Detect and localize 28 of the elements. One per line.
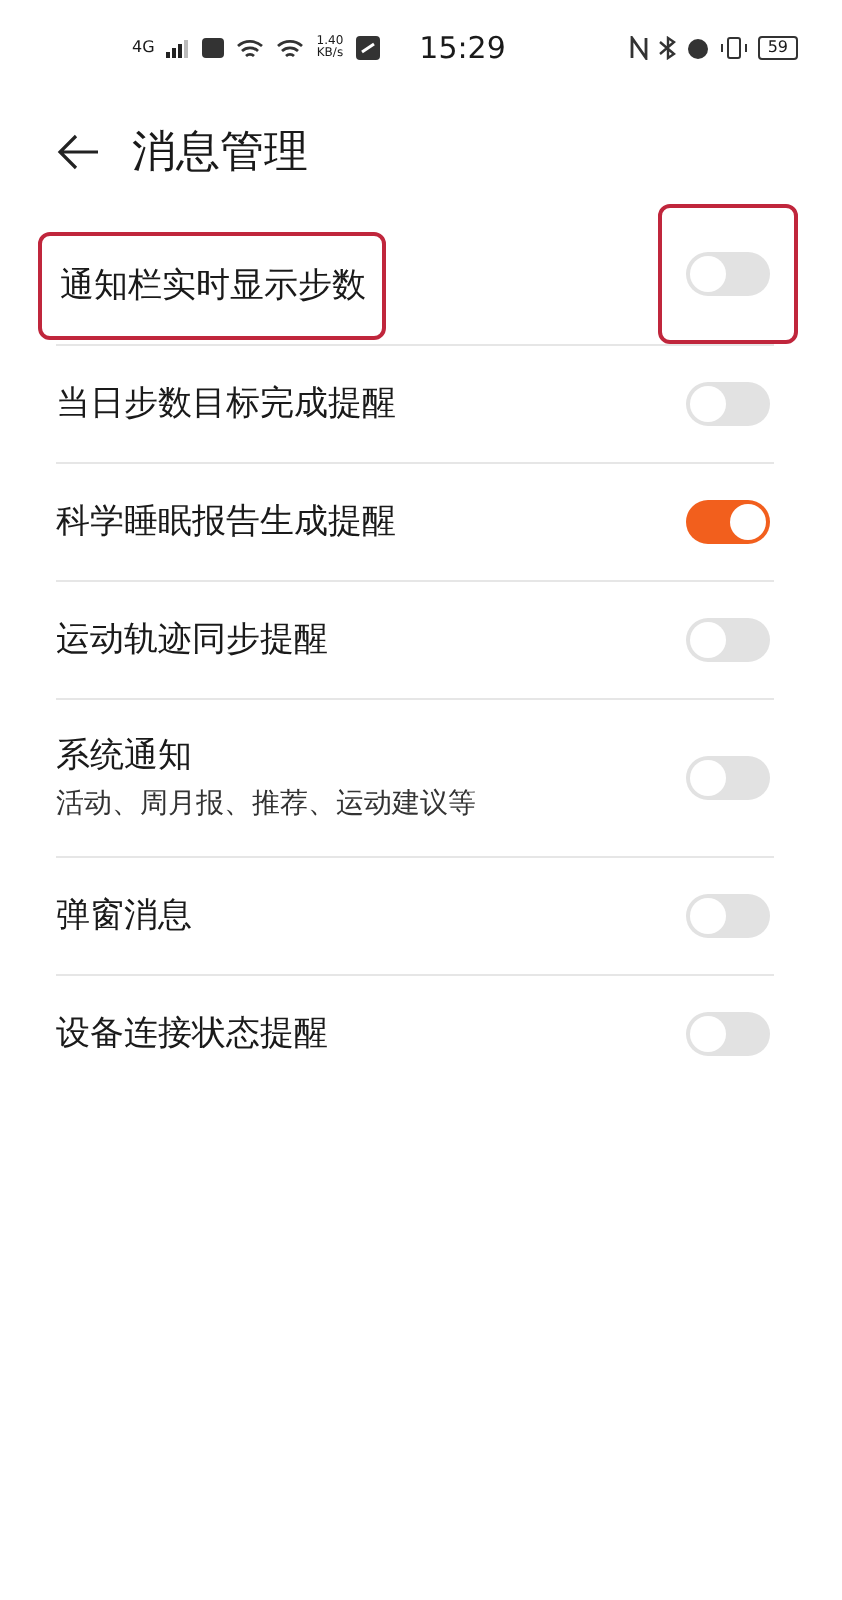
- clock-time: 15:29: [419, 30, 506, 66]
- setting-label: 科学睡眠报告生成提醒: [56, 500, 396, 544]
- toggle-switch[interactable]: [686, 618, 770, 662]
- app-icon: [355, 36, 380, 60]
- toggle-switch[interactable]: [686, 756, 770, 800]
- toggle-switch[interactable]: [686, 894, 770, 938]
- setting-description: 活动、周月报、推荐、运动建议等: [56, 786, 476, 822]
- bluetooth-icon: [657, 36, 676, 60]
- network-type: 4G: [132, 40, 155, 56]
- toggle-switch[interactable]: [686, 1012, 770, 1056]
- wifi-icon: [276, 37, 305, 59]
- setting-label: 当日步数目标完成提醒: [56, 382, 396, 426]
- wifi-icon: [236, 37, 265, 59]
- setting-label: 弹窗消息: [56, 894, 192, 938]
- toggle-switch[interactable]: [686, 382, 770, 426]
- toggle-switch[interactable]: [686, 252, 770, 296]
- back-arrow-icon: [56, 134, 100, 170]
- vibrate-icon: [719, 36, 748, 60]
- setting-label: 系统通知: [56, 734, 192, 778]
- toggle-switch[interactable]: [686, 500, 770, 544]
- signal-icon: [166, 38, 191, 58]
- setting-label: 通知栏实时显示步数: [38, 232, 386, 340]
- setting-label: 运动轨迹同步提醒: [56, 618, 328, 662]
- back-button[interactable]: [56, 134, 100, 170]
- battery-level: 59: [757, 36, 798, 60]
- nfc-icon: [629, 36, 648, 60]
- setting-label: 设备连接状态提醒: [56, 1012, 328, 1056]
- page-title: 消息管理: [132, 126, 308, 182]
